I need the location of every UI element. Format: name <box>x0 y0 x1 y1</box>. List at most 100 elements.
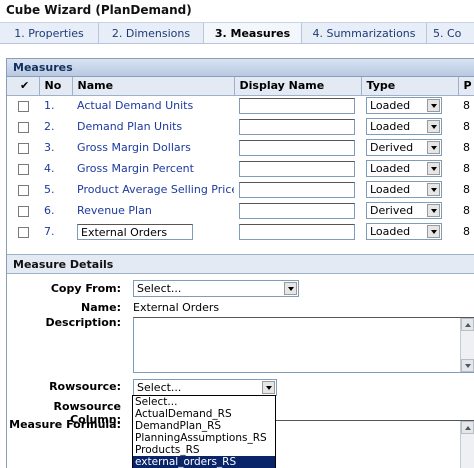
scroll-up-icon[interactable] <box>461 421 474 434</box>
formula-scrollbar[interactable] <box>460 421 474 468</box>
description-textarea[interactable] <box>133 317 474 373</box>
row-number: 2. <box>44 120 55 133</box>
window-title: Cube Wizard (PlanDemand) <box>6 3 192 17</box>
copy-from-select[interactable]: Select... <box>133 280 299 297</box>
chevron-down-icon <box>427 99 440 113</box>
table-row: 4. Gross Margin Percent Loaded 8 <box>7 158 474 179</box>
measure-name[interactable]: Product Average Selling Price <box>72 179 234 200</box>
measure-name[interactable]: Actual Demand Units <box>72 95 234 116</box>
row-checkbox[interactable] <box>18 184 29 196</box>
check-column-header[interactable]: ✔ <box>7 77 40 96</box>
type-select[interactable]: Loaded <box>366 97 442 115</box>
chevron-down-icon <box>284 282 297 295</box>
display-name-input[interactable] <box>239 223 355 240</box>
type-select[interactable]: Derived <box>366 202 442 219</box>
table-row: 6. Revenue Plan Derived 8 <box>7 200 474 221</box>
extra-cell: 8 <box>463 99 470 113</box>
tab-measures[interactable]: 3. Measures <box>204 23 302 43</box>
rowsource-select[interactable]: Select... <box>133 379 277 396</box>
tab-co[interactable]: 5. Co <box>427 23 474 43</box>
extra-column-header: P <box>458 77 474 96</box>
extra-cell: 8 <box>463 120 470 133</box>
type-select[interactable]: Loaded <box>366 223 442 240</box>
table-row: 1. Actual Demand Units Loaded 8 <box>7 95 474 116</box>
no-column-header: No <box>39 77 73 96</box>
display-name-input[interactable] <box>239 202 355 219</box>
scroll-down-icon[interactable] <box>461 359 474 372</box>
measure-name[interactable]: Gross Margin Dollars <box>72 137 234 158</box>
type-select[interactable]: Derived <box>366 139 442 156</box>
extra-cell: 8 <box>463 183 470 196</box>
type-select-value: Derived <box>370 141 414 154</box>
row-number: 3. <box>44 141 55 154</box>
rowsource-option[interactable]: ActualDemand_RS <box>133 408 275 420</box>
copy-from-label: Copy From: <box>50 282 121 295</box>
type-select[interactable]: Loaded <box>366 118 442 135</box>
chevron-down-icon <box>427 204 440 217</box>
measures-header: Measures <box>7 59 474 77</box>
wizard-tabs: 1. Properties 2. Dimensions 3. Measures … <box>0 22 474 44</box>
measure-name[interactable]: Demand Plan Units <box>72 116 234 137</box>
display-name-input[interactable] <box>239 118 355 135</box>
row-number: 5. <box>44 183 55 196</box>
chevron-down-icon <box>427 162 440 175</box>
table-row: 3. Gross Margin Dollars Derived 8 <box>7 137 474 158</box>
row-number: 6. <box>44 204 55 217</box>
description-label: Description: <box>45 316 121 329</box>
row-number: 4. <box>44 162 55 175</box>
measure-details-header: Measure Details <box>7 254 474 274</box>
chevron-down-icon <box>262 381 275 394</box>
type-select[interactable]: Loaded <box>366 160 442 177</box>
rowsource-label: Rowsource: <box>49 380 121 393</box>
rowsource-option-highlighted[interactable]: external_orders_RS <box>133 456 275 468</box>
check-all-icon: ✔ <box>20 79 30 93</box>
type-select-value: Loaded <box>370 120 411 133</box>
row-checkbox[interactable] <box>18 205 29 217</box>
row-number: 1. <box>44 99 55 113</box>
row-checkbox[interactable] <box>18 142 29 154</box>
measure-name-input[interactable]: External Orders <box>77 223 193 240</box>
name-label: Name: <box>81 301 121 314</box>
extra-cell: 8 <box>463 204 470 217</box>
display-name-column-header: Display Name <box>234 77 362 96</box>
rowsource-option[interactable]: Select... <box>133 396 275 408</box>
row-checkbox[interactable] <box>18 121 29 133</box>
extra-cell: 8 <box>463 141 470 154</box>
display-name-input[interactable] <box>239 139 355 156</box>
measures-table: ✔ No Name Display Name Type P 1. Actual … <box>7 77 474 242</box>
row-checkbox[interactable] <box>18 226 29 238</box>
table-row: 7. External Orders Loaded 8 <box>7 221 474 242</box>
rowsource-option[interactable]: DemandPlan_RS <box>133 420 275 432</box>
chevron-down-icon <box>427 141 440 154</box>
rowsource-option[interactable]: PlanningAssumptions_RS <box>133 432 275 444</box>
tab-summarizations[interactable]: 4. Summarizations <box>302 23 427 43</box>
rowsource-option[interactable]: Products_RS <box>133 444 275 456</box>
description-scrollbar[interactable] <box>460 318 474 372</box>
type-select-value: Loaded <box>370 99 411 113</box>
copy-from-value: Select... <box>137 282 182 295</box>
chevron-down-icon <box>427 225 440 238</box>
tab-properties[interactable]: 1. Properties <box>0 23 99 43</box>
chevron-down-icon <box>427 183 440 196</box>
display-name-input[interactable] <box>239 160 355 177</box>
rowsource-value: Select... <box>137 381 182 394</box>
row-number: 7. <box>44 225 55 238</box>
rowsource-dropdown-list: Select... ActualDemand_RS DemandPlan_RS … <box>132 395 276 468</box>
type-select-value: Loaded <box>370 162 411 175</box>
display-name-input[interactable] <box>239 97 355 114</box>
tab-dimensions[interactable]: 2. Dimensions <box>99 23 204 43</box>
measure-name[interactable]: Gross Margin Percent <box>72 158 234 179</box>
table-row: 2. Demand Plan Units Loaded 8 <box>7 116 474 137</box>
row-checkbox[interactable] <box>18 163 29 175</box>
row-checkbox[interactable] <box>18 100 29 112</box>
name-column-header: Name <box>72 77 235 96</box>
type-select[interactable]: Loaded <box>366 181 442 198</box>
extra-cell: 8 <box>463 162 470 175</box>
type-select-value: Derived <box>370 204 414 217</box>
measure-name[interactable]: Revenue Plan <box>72 200 234 221</box>
measures-table-header: ✔ No Name Display Name Type P <box>7 77 474 96</box>
measure-formula-label: Measure Formula: <box>9 418 121 431</box>
scroll-up-icon[interactable] <box>461 318 474 331</box>
table-row: 5. Product Average Selling Price Loaded … <box>7 179 474 200</box>
display-name-input[interactable] <box>239 181 355 198</box>
